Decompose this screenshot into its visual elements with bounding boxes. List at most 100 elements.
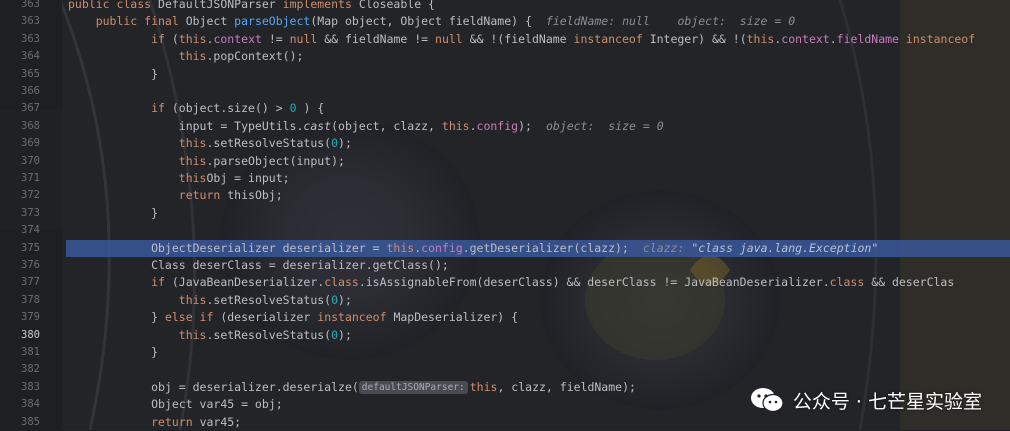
code-line[interactable]: this.setResolveStatus(0);: [68, 327, 352, 344]
line-number: 383: [21, 380, 40, 393]
code-line[interactable]: if (JavaBeanDeserializer.class.isAssigna…: [68, 274, 954, 291]
code-token: .setResolveStatus(: [206, 292, 332, 307]
line-number: 371: [21, 172, 40, 184]
code-editor[interactable]: public class DefaultJSONParser implement…: [62, 0, 1010, 430]
code-token: !=: [261, 31, 290, 46]
code-token: .parseObject(input);: [206, 153, 345, 168]
code-line[interactable]: }: [68, 66, 158, 83]
code-line[interactable]: public final Object parseObject(Map obje…: [68, 13, 795, 30]
watermark: 公众号 · 七芒星实验室: [749, 386, 982, 414]
code-line[interactable]: Class deserClass = deserializer.getClass…: [68, 257, 449, 274]
line-number-gutter: 363 363 363 364 365 366 367 368 369 370 371 372 373 3…: [0, 0, 62, 430]
line-number: 385: [21, 415, 40, 428]
code-token: obj = deserializer.deserialze(: [68, 379, 359, 394]
code-token: instanceof: [573, 31, 650, 46]
code-token: this: [178, 31, 207, 46]
line-number: 379: [21, 311, 40, 324]
code-token: thisObj;: [227, 188, 283, 203]
code-token: (object, clazz,: [331, 118, 442, 133]
code-line[interactable]: return thisObj;: [68, 187, 283, 204]
code-token: ObjectDeserializer deserializer =: [68, 240, 387, 255]
code-token: Object: [185, 14, 235, 29]
line-number: 374: [21, 224, 40, 237]
code-token: .popContext();: [206, 49, 304, 64]
code-token: if: [151, 31, 172, 46]
code-token: this: [178, 153, 207, 168]
code-token: 0: [331, 292, 339, 307]
code-token: instanceof: [317, 310, 394, 325]
debug-inline-value: clazz:: [642, 240, 692, 255]
code-token: cast: [303, 118, 332, 133]
line-number: 375: [21, 241, 40, 254]
code-token: }: [68, 310, 165, 325]
code-token: class: [324, 275, 359, 290]
code-token: Class deserClass = deserializer.getClass…: [68, 258, 449, 272]
code-line[interactable]: this.setResolveStatus(0);: [68, 135, 352, 152]
code-token: input = TypeUtils.: [68, 118, 304, 133]
code-token: );: [338, 292, 352, 307]
code-line[interactable]: public class DefaultJSONParser implement…: [68, 0, 442, 13]
code-token: (Map object, Object fieldName) {: [310, 14, 532, 29]
line-number: 381: [21, 346, 40, 358]
code-token: );: [338, 327, 352, 342]
code-line[interactable]: } else if (deserializer instanceof MapDe…: [68, 309, 518, 326]
line-number: 363: [21, 15, 40, 28]
line-number: 373: [21, 206, 40, 219]
code-token: .getDeserializer(clazz);: [462, 240, 629, 255]
code-token: .: [829, 31, 837, 46]
line-number: 372: [21, 189, 40, 202]
watermark-text: 公众号 · 七芒星实验室: [792, 390, 982, 413]
code-token: .: [469, 118, 477, 133]
code-line[interactable]: this.setResolveStatus(0);: [68, 292, 352, 309]
code-line[interactable]: if (this.context != null && fieldName !=…: [68, 31, 975, 48]
code-line[interactable]: }: [68, 205, 158, 222]
debug-inline-value: object: size = 0: [545, 118, 664, 133]
line-number: 367: [21, 102, 40, 115]
code-token: config: [421, 240, 463, 255]
code-token: Obj = input;: [206, 171, 290, 185]
code-token: this: [469, 379, 498, 394]
code-token: this: [386, 240, 415, 255]
line-number: 366: [21, 85, 40, 97]
code-token: this: [178, 327, 207, 342]
code-line[interactable]: if (object.size() > 0 ) {: [68, 100, 324, 117]
line-number: 369: [21, 137, 40, 150]
code-line[interactable]: this.popContext();: [68, 48, 304, 65]
code-line[interactable]: }: [68, 344, 158, 361]
code-line[interactable]: ObjectDeserializer deserializer = this.c…: [68, 240, 878, 257]
code-token: return: [178, 188, 228, 203]
code-line[interactable]: obj = deserializer.deserialze(defaultJSO…: [68, 379, 636, 396]
code-token: );: [518, 118, 532, 133]
code-token: && deserClas: [864, 275, 955, 290]
code-token: (JavaBeanDeserializer.: [171, 275, 325, 290]
code-line[interactable]: input = TypeUtils.cast(object, clazz, th…: [68, 118, 664, 135]
code-line[interactable]: return var45;: [68, 414, 241, 431]
code-line[interactable]: this.parseObject(input);: [68, 153, 345, 170]
line-number: 382: [21, 363, 40, 376]
line-number: 364: [21, 50, 40, 63]
line-number: 365: [21, 67, 40, 80]
code-line[interactable]: thisObj = input;: [68, 170, 290, 187]
code-token: public class: [68, 0, 159, 11]
code-token: , clazz, fieldName);: [497, 379, 636, 394]
code-line[interactable]: Object var45 = obj;: [68, 396, 283, 413]
code-token: this: [746, 31, 775, 46]
code-token: this: [178, 49, 207, 64]
line-number: 363: [21, 32, 40, 45]
code-token: parseObject: [234, 14, 311, 29]
code-token: var45;: [199, 414, 242, 429]
code-token: DefaultJSONParser: [158, 0, 283, 11]
wechat-icon: [750, 388, 784, 413]
debug-inline-value: "class java.lang.Exception": [691, 240, 879, 255]
code-token: null: [435, 31, 463, 46]
line-number: 377: [21, 276, 40, 289]
